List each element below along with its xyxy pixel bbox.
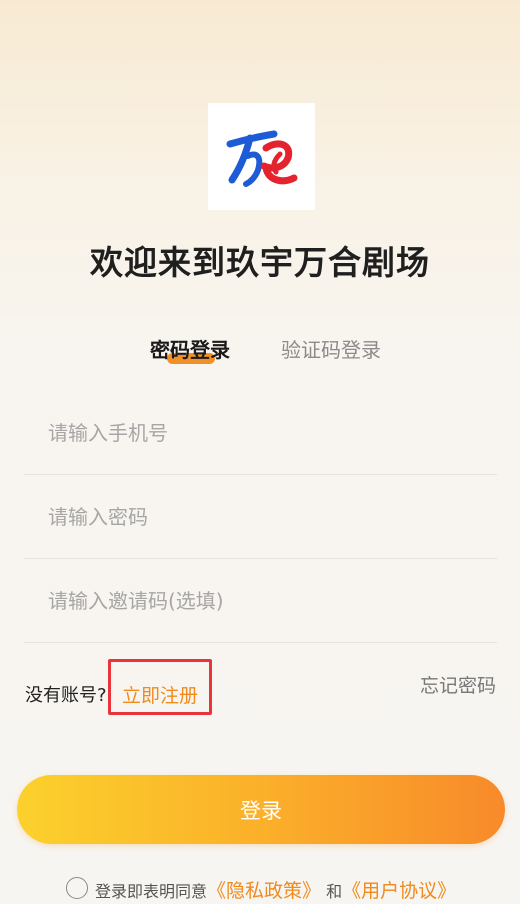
register-prompt: 没有账号? bbox=[25, 685, 107, 706]
tab-code-login[interactable]: 验证码登录 bbox=[281, 334, 381, 363]
login-button[interactable]: 登录 bbox=[17, 775, 505, 844]
user-agreement-link[interactable]: 《用户协议》 bbox=[342, 880, 456, 902]
agreement-and: 和 bbox=[326, 882, 343, 901]
invite-code-field-row bbox=[24, 558, 497, 644]
phone-input[interactable] bbox=[46, 390, 480, 476]
password-input[interactable] bbox=[46, 474, 480, 560]
phone-field-row bbox=[24, 390, 497, 476]
agreement-prefix: 登录即表明同意 bbox=[95, 882, 208, 901]
page-title: 欢迎来到玖宇万合剧场 bbox=[90, 243, 430, 282]
forgot-password-link[interactable]: 忘记密码 bbox=[420, 671, 496, 698]
register-link[interactable]: 立即注册 bbox=[122, 681, 198, 708]
tab-password-login[interactable]: 密码登录 bbox=[150, 334, 230, 363]
jiuyu-wanhe-logo-icon bbox=[226, 130, 297, 187]
app-logo bbox=[208, 103, 315, 210]
invite-code-input[interactable] bbox=[46, 558, 480, 644]
agreement-checkbox[interactable] bbox=[66, 877, 88, 899]
agreement-text: 登录即表明同意《隐私政策》 和《用户协议》 bbox=[95, 876, 456, 903]
privacy-policy-link[interactable]: 《隐私政策》 bbox=[207, 880, 321, 902]
password-field-row bbox=[24, 474, 497, 560]
